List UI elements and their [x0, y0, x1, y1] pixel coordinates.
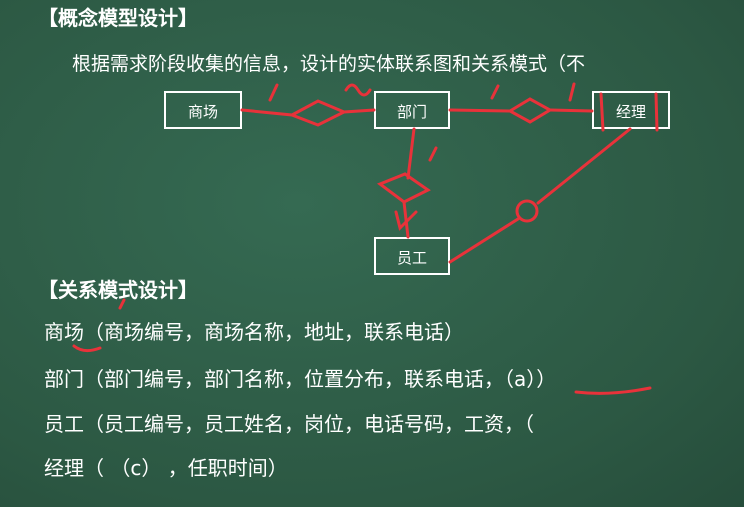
relational-model-heading: 【关系模式设计】: [38, 278, 198, 302]
relation-manager: 经理（ （c） ，任职时间）: [44, 456, 288, 480]
relation-mall: 商场（商场编号，商场名称，地址，联系电话）: [44, 320, 464, 344]
entity-employee: 员工: [374, 237, 450, 275]
concept-model-heading: 【概念模型设计】: [38, 6, 198, 30]
relation-employee: 员工（员工编号，员工姓名，岗位，电话号码，工资，（: [44, 412, 534, 436]
intro-text: 根据需求阶段收集的信息，设计的实体联系图和关系模式（不: [72, 53, 586, 75]
entity-manager: 经理: [592, 91, 670, 129]
entity-department: 部门: [374, 91, 450, 129]
relation-department: 部门（部门编号，部门名称，位置分布，联系电话，（a））: [44, 367, 557, 391]
entity-mall: 商场: [164, 91, 242, 129]
